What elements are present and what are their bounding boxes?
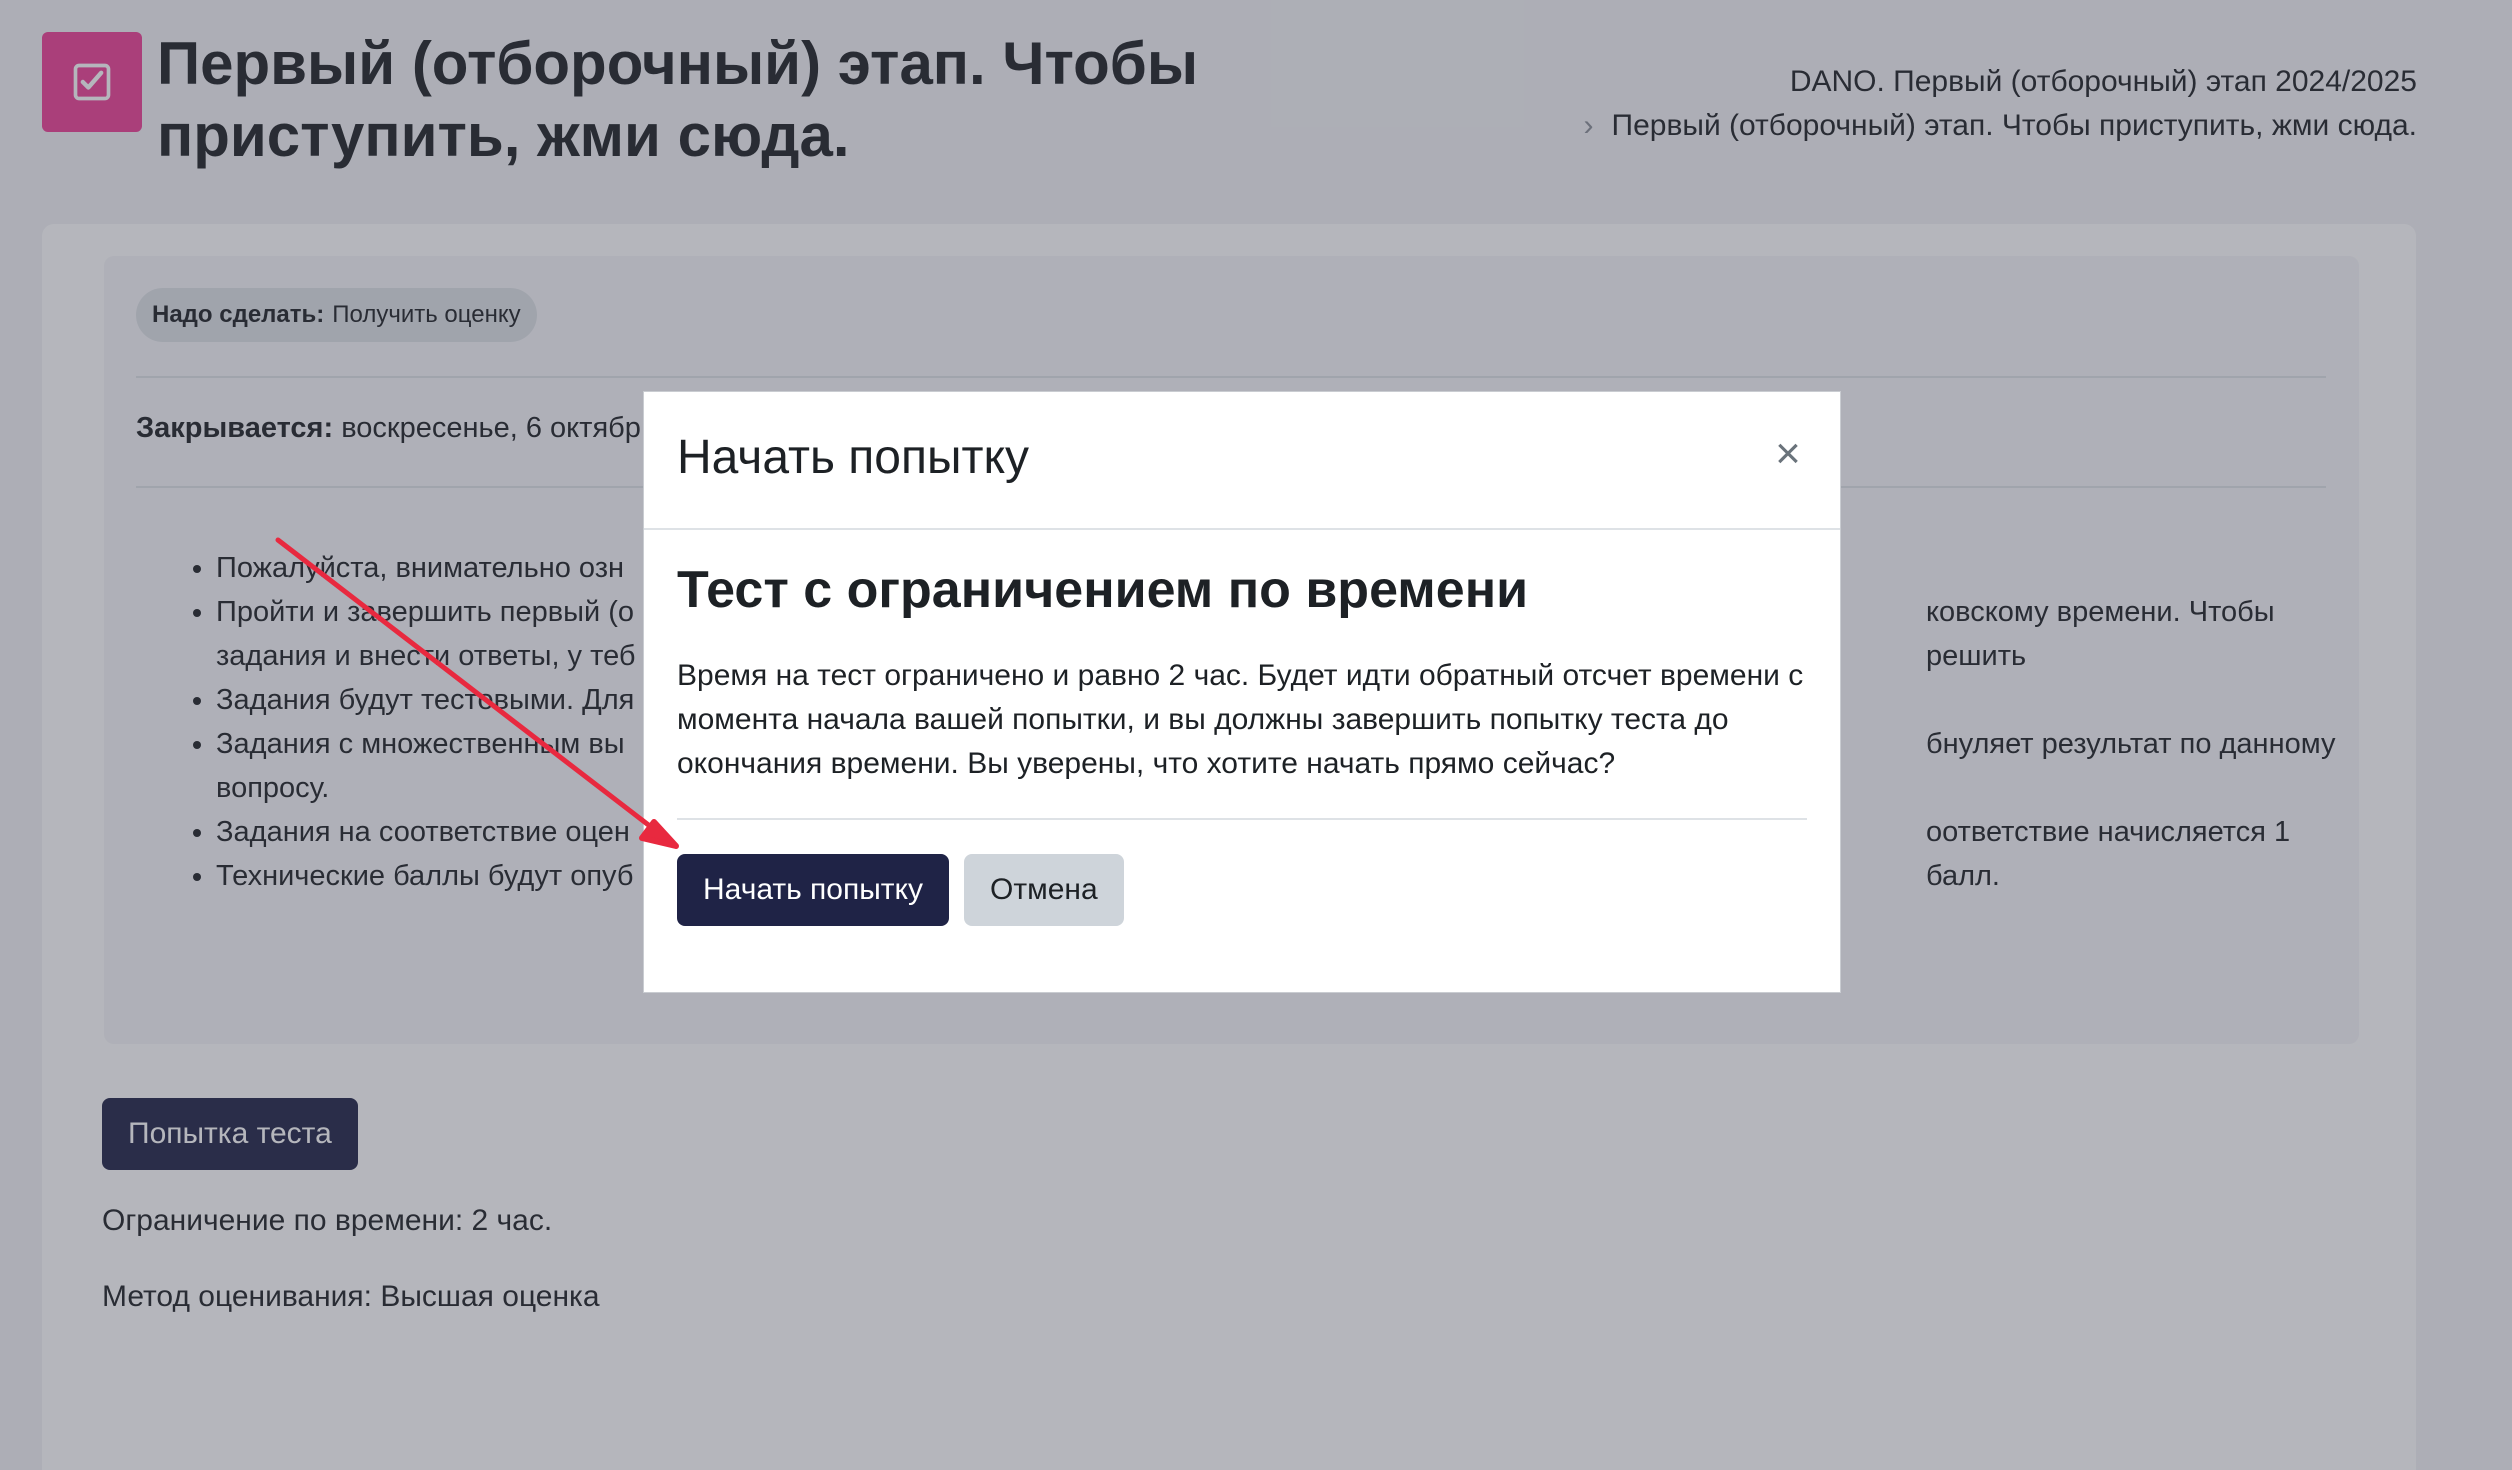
modal-body-text: Время на тест ограничено и равно 2 час. … [677,659,1804,780]
close-icon[interactable]: × [1768,432,1808,476]
start-attempt-dialog: Начать попытку × Тест с ограничением по … [643,391,1841,993]
start-attempt-button[interactable]: Начать попытку [677,854,949,926]
modal-header: Начать попытку × [644,392,1840,530]
modal-title: Начать попытку [677,431,1029,484]
page: Первый (отборочный) этап. Чтобы приступи… [0,0,2512,1470]
modal-heading: Тест с ограничением по времени [677,561,1529,619]
cancel-button[interactable]: Отмена [964,854,1124,926]
divider [677,818,1807,820]
